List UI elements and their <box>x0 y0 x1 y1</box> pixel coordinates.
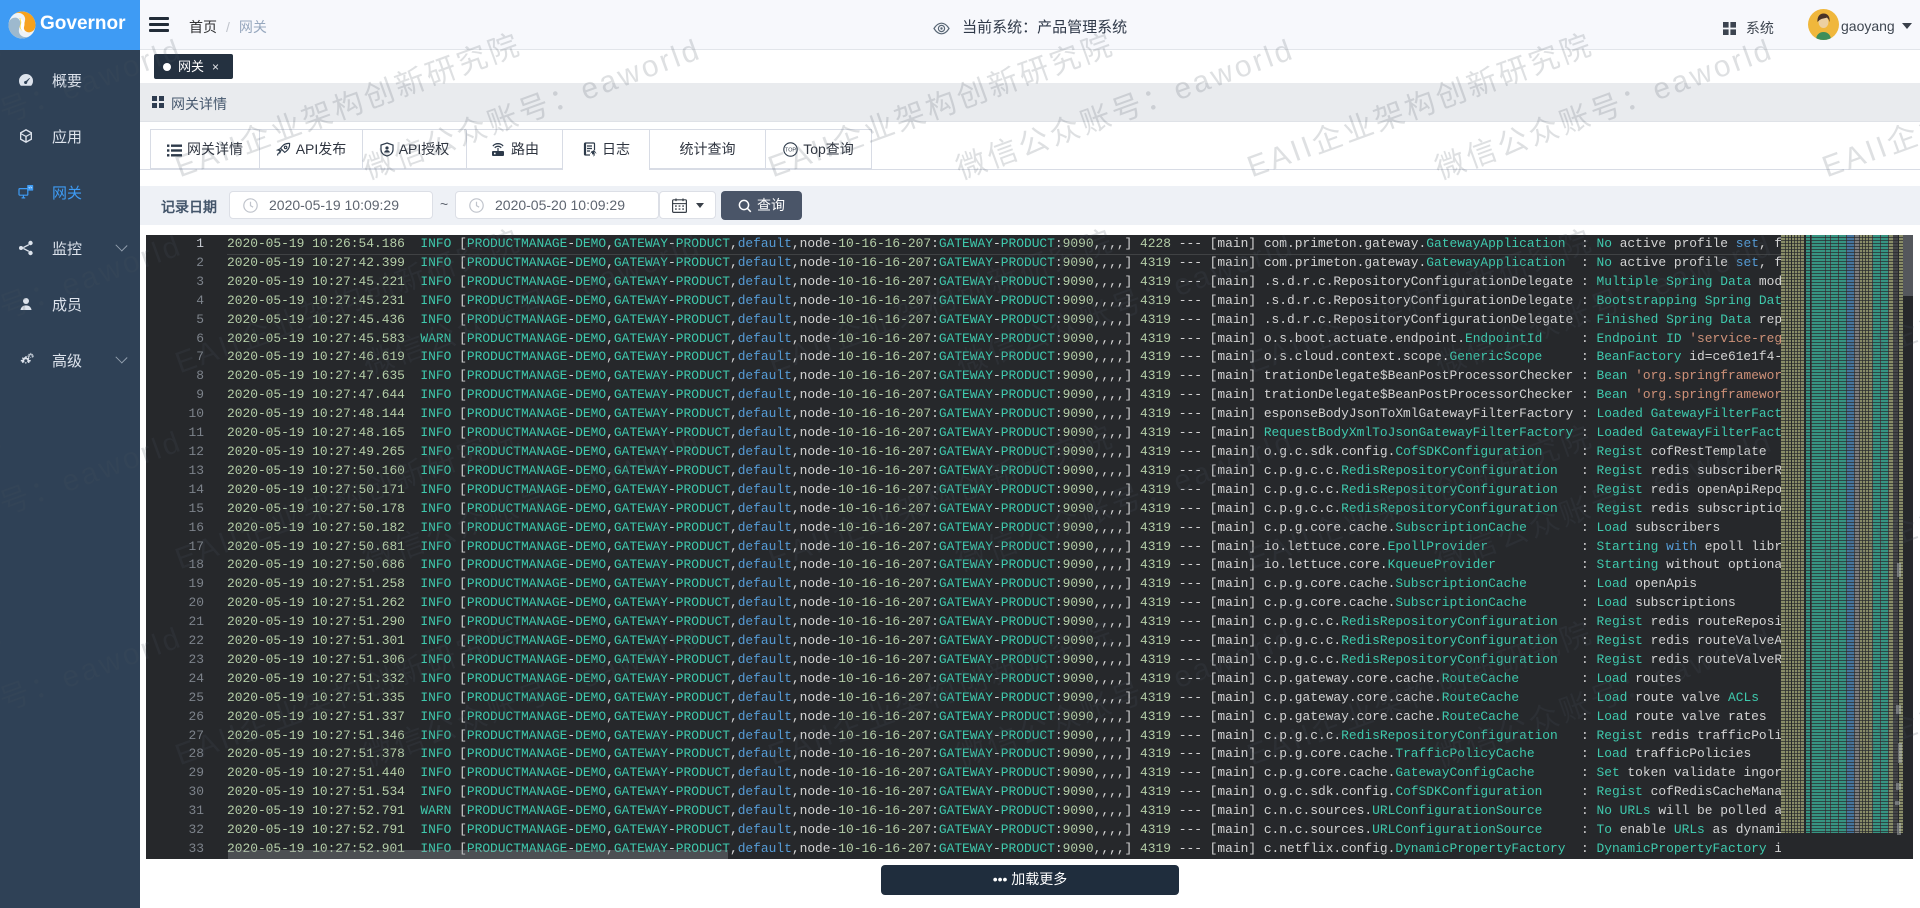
svg-text:TOP: TOP <box>785 148 796 154</box>
